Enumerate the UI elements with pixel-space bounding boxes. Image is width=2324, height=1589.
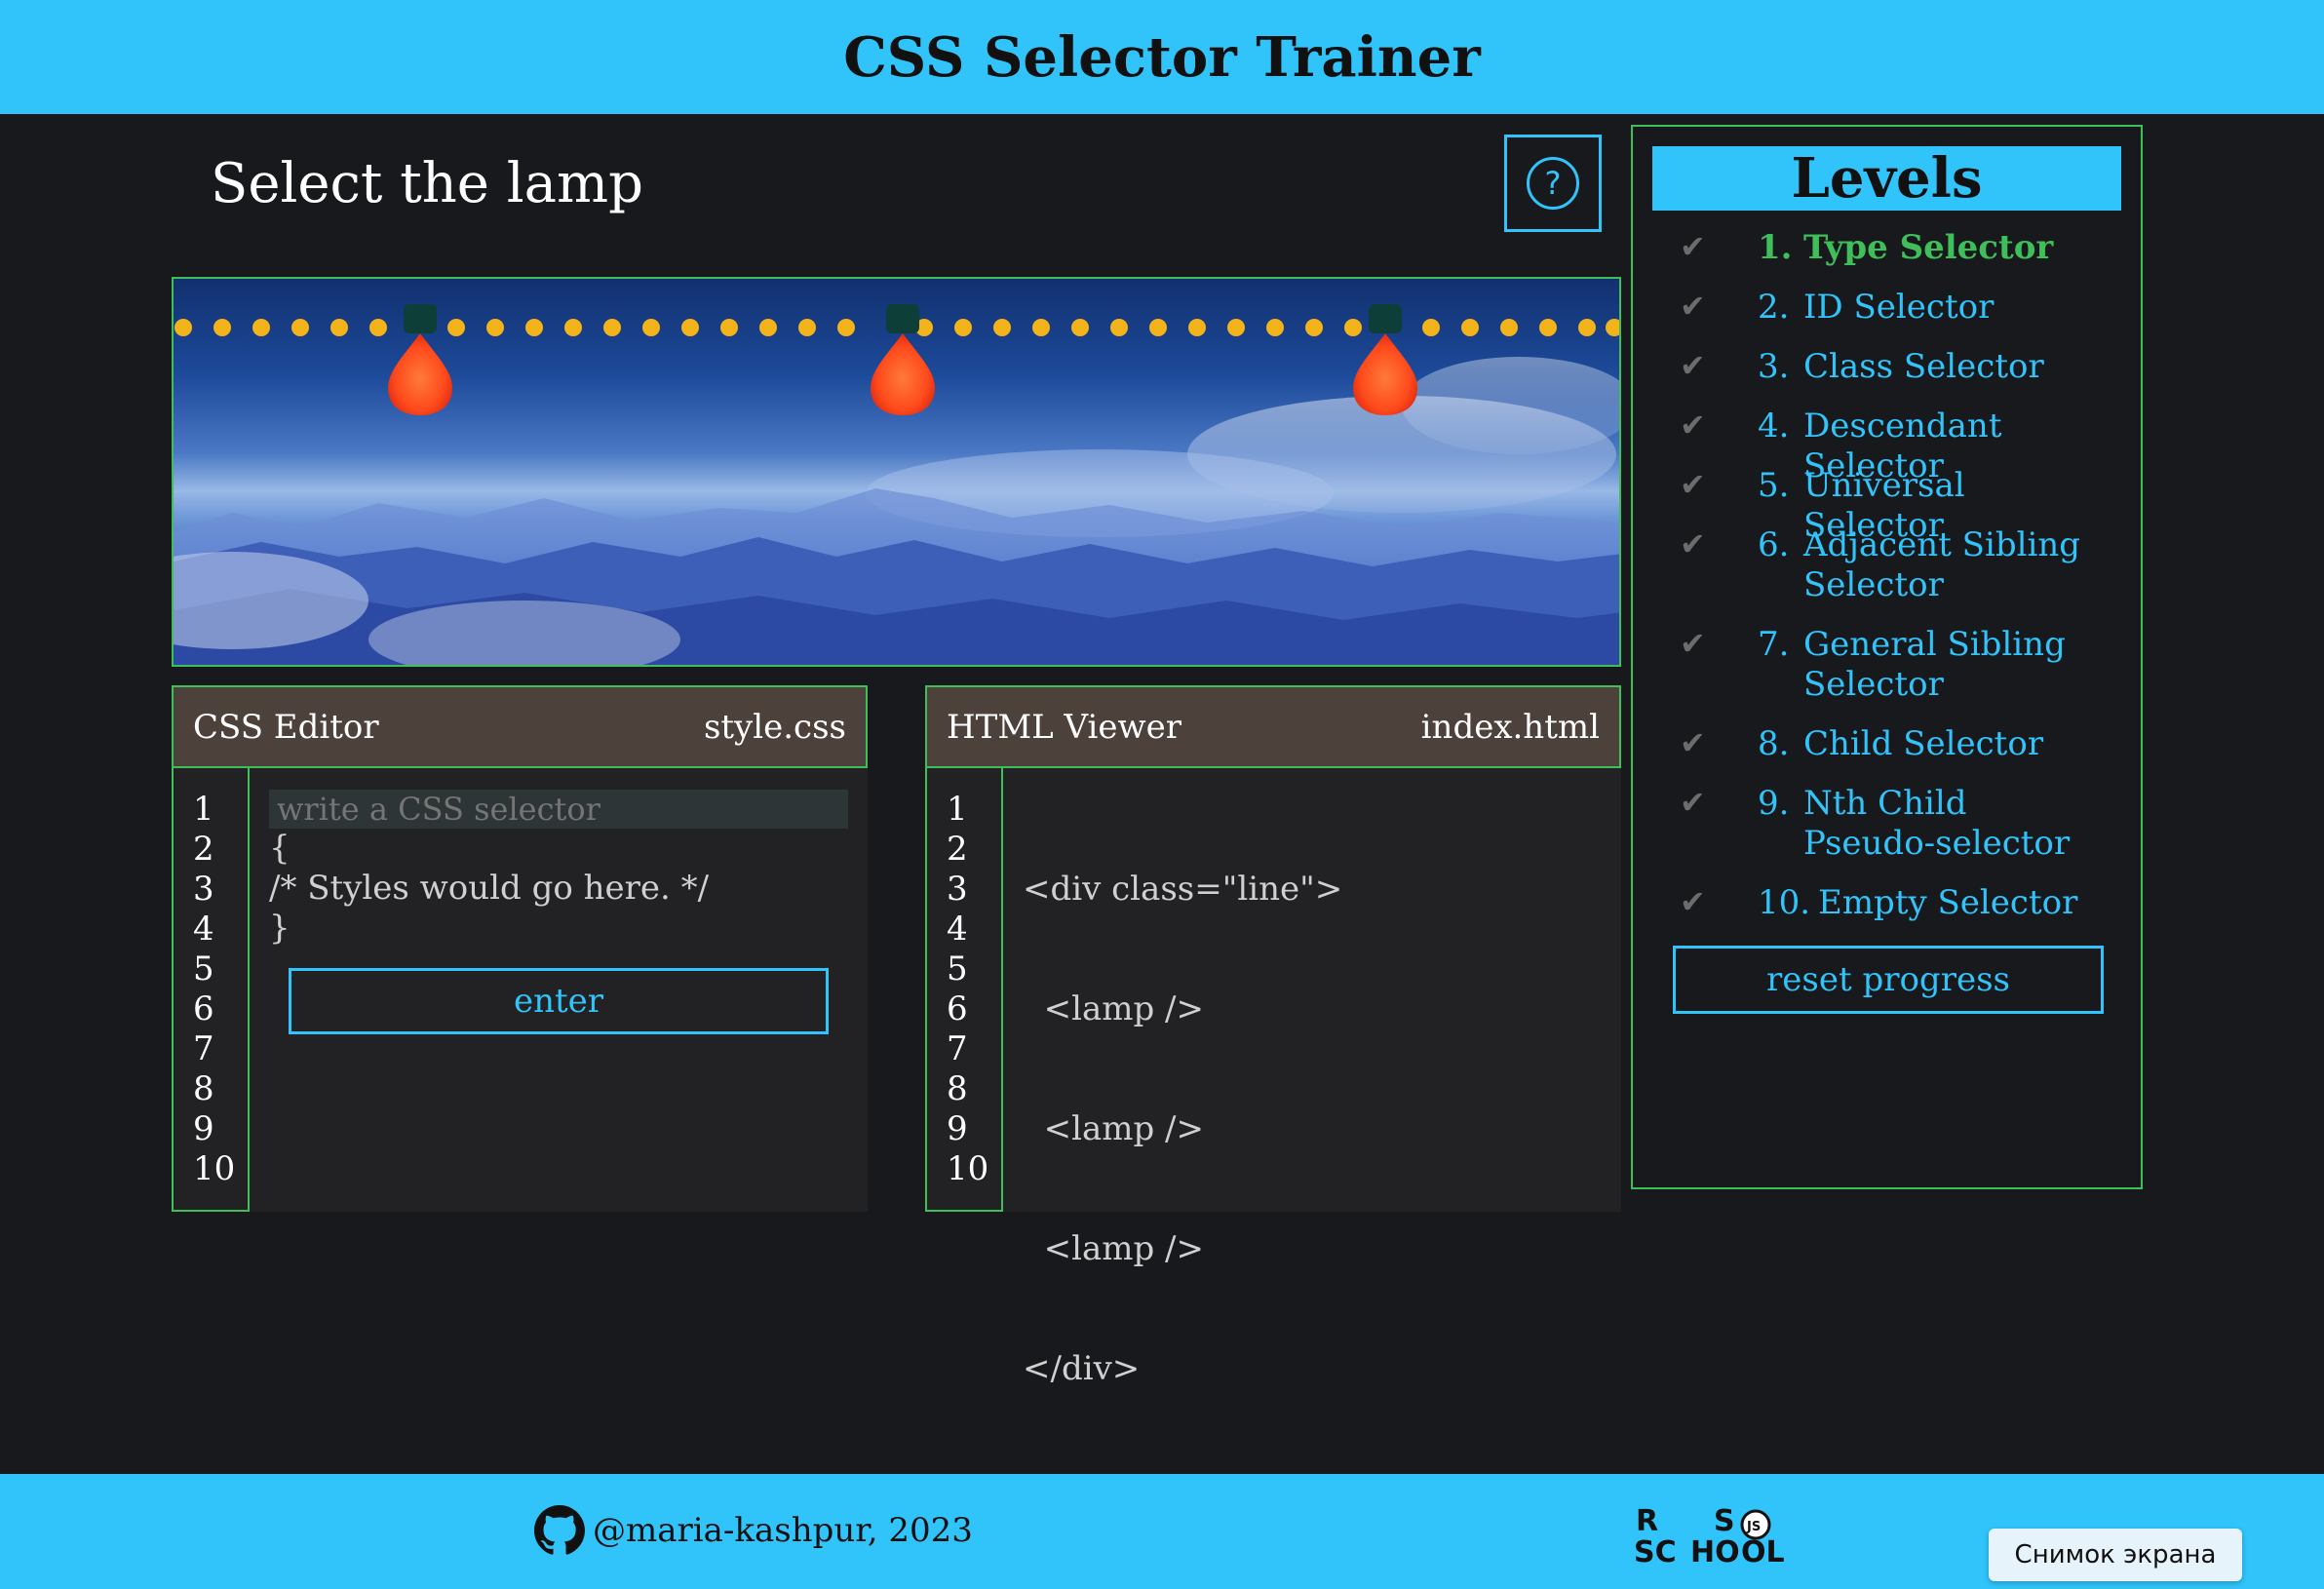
reset-progress-button[interactable]: reset progress [1673,946,2104,1014]
level-label: Empty Selector [1818,883,2078,922]
lamp-3[interactable] [1353,304,1417,415]
svg-text:SC: SC [1634,1535,1677,1566]
html-viewer-filename: index.html [1420,707,1600,747]
checkmark-icon: ✔ [1680,625,1706,662]
html-line-numbers: 1 2 3 4 5 6 7 8 9 10 [925,768,1003,1212]
css-selector-input[interactable] [269,790,848,829]
svg-text:OL: OL [1741,1535,1785,1566]
mountain-landscape [174,304,1619,665]
css-editor-panel: CSS Editor style.css 12345678910 { /* St… [172,685,868,1212]
checkmark-icon: ✔ [1680,288,1706,325]
css-editor-header: CSS Editor style.css [172,685,868,768]
level-label: Adjacent Sibling Selector [1803,525,2081,604]
level-label: Child Selector [1803,724,2044,763]
screenshot-tooltip: Снимок экрана [1989,1529,2242,1581]
app-header: CSS Selector Trainer [0,0,2324,114]
code-line[interactable]: </div> [1023,1349,1602,1389]
lamp-scene [172,277,1621,667]
lamp-1[interactable] [388,304,452,415]
rs-school-logo[interactable]: R S SC HO OL JS [1634,1503,1800,1566]
css-editor-title: CSS Editor [193,707,379,747]
checkmark-icon: ✔ [1680,228,1706,265]
checkmark-icon: ✔ [1680,724,1706,761]
levels-panel: Levels ✔ 1. Type Selector ✔ 2. ID Select… [1631,125,2143,1189]
level-label: Type Selector [1803,228,2054,267]
app-title: CSS Selector Trainer [843,24,1481,90]
level-label: Class Selector [1803,347,2044,386]
level-label: Nth Child Pseudo-selector [1803,784,2071,863]
app-footer: @maria-kashpur, 2023 R S SC HO OL JS [0,1474,2324,1589]
html-viewer-title: HTML Viewer [947,707,1181,747]
task-title: Select the lamp [211,152,643,215]
enter-button[interactable]: enter [289,968,829,1034]
checkmark-icon: ✔ [1680,883,1706,920]
help-button[interactable]: ? [1504,135,1602,232]
code-line: /* Styles would go here. */ [269,869,710,908]
github-link[interactable]: @maria-kashpur, 2023 [534,1505,973,1556]
level-label: ID Selector [1803,288,1995,327]
html-viewer-panel: HTML Viewer index.html 1 2 3 4 5 6 7 8 9 10 <div … [925,685,1621,1388]
html-code-area: <div class="line"> <lamp /> <lamp /> <la… [1023,790,1602,1469]
css-line-numbers: 1 2 3 4 5 6 7 8 9 10 [172,768,250,1212]
code-line[interactable]: <lamp /> [1023,1229,1602,1269]
code-line: } [269,909,290,948]
svg-text:HO: HO [1690,1535,1740,1566]
github-icon [534,1505,585,1555]
code-line[interactable]: <lamp /> [1023,1109,1602,1149]
checkmark-icon: ✔ [1680,347,1706,384]
level-label: General Sibling Selector [1803,625,2066,704]
svg-text:R: R [1636,1504,1658,1538]
css-code-area: { /* Styles would go here. */ } [269,790,848,949]
checkmark-icon: ✔ [1680,466,1706,503]
checkmark-icon: ✔ [1680,407,1706,444]
css-editor-filename: style.css [703,707,846,747]
github-text: @maria-kashpur, 2023 [593,1511,973,1550]
code-line: { [269,829,290,868]
html-viewer-header: HTML Viewer index.html [925,685,1621,768]
svg-text:S: S [1714,1504,1735,1538]
code-line[interactable]: <div class="line"> [1023,870,1602,910]
checkmark-icon: ✔ [1680,784,1706,821]
help-icon: ? [1527,157,1579,210]
checkmark-icon: ✔ [1680,525,1706,562]
code-line[interactable]: <lamp /> [1023,989,1602,1029]
svg-text:JS: JS [1746,1520,1761,1534]
levels-title: Levels [1652,146,2121,211]
